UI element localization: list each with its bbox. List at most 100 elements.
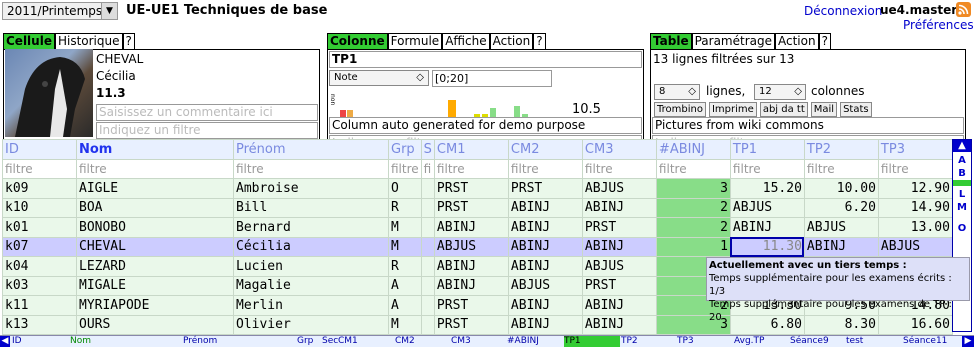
table-cell[interactable]: Magalie	[233, 275, 389, 296]
table-cell[interactable]	[420, 256, 435, 277]
table-cell[interactable]: k11	[2, 295, 77, 316]
column-header[interactable]: Nom	[76, 139, 234, 160]
column-comment-input[interactable]: Column auto generated for demo purpose	[329, 117, 642, 134]
rss-icon[interactable]	[956, 2, 971, 17]
column-nav-item[interactable]: Séance9	[790, 336, 829, 347]
letter-nav-item[interactable]: C	[953, 180, 971, 186]
column-filter-input[interactable]: filtre	[877, 158, 953, 179]
table-row[interactable]: k09 AIGLE Ambroise O PRST PRST ABJUS 3 15.20 10.0…	[2, 178, 953, 199]
table-cell[interactable]	[420, 217, 435, 238]
column-header[interactable]: TP3	[877, 139, 953, 160]
column-filter-input[interactable]: filtre	[388, 158, 422, 179]
table-cell[interactable]: 12.90	[877, 178, 953, 199]
table-cell[interactable]: A	[388, 295, 422, 316]
column-filter-input[interactable]: filtre	[729, 158, 805, 179]
table-cell[interactable]: BONOBO	[76, 217, 234, 238]
table-cell[interactable]: R	[388, 256, 422, 277]
table-cell[interactable]: ABINJ	[507, 256, 583, 277]
column-nav-item[interactable]: Séance11	[903, 336, 947, 347]
column-header[interactable]: Prénom	[233, 139, 389, 160]
table-cell[interactable]: PRST	[581, 275, 657, 296]
table-cell[interactable]: OURS	[76, 314, 234, 335]
range-input[interactable]: [0;20]	[432, 70, 552, 87]
trombino-button[interactable]: Trombino	[654, 102, 706, 117]
table-cell[interactable]	[420, 275, 435, 296]
column-nav-item[interactable]: Grp	[297, 336, 313, 347]
column-nav-item[interactable]: Sec	[322, 336, 338, 347]
table-cell[interactable]: ABJUS	[581, 256, 657, 277]
table-cell[interactable]: ABINJ	[729, 217, 805, 238]
table-cell[interactable]	[420, 295, 435, 316]
table-cell[interactable]: O	[388, 178, 422, 199]
table-cell[interactable]: M	[388, 236, 422, 257]
column-header[interactable]: #ABINJ	[655, 139, 731, 160]
logout-link[interactable]: Déconnexion	[804, 4, 882, 18]
column-header[interactable]: CM3	[581, 139, 657, 160]
table-cell[interactable]: 13.00	[877, 217, 953, 238]
table-cell[interactable]: ABJUS	[433, 236, 509, 257]
table-cell[interactable]: ABINJ	[507, 314, 583, 335]
column-nav-item[interactable]: ID	[12, 336, 22, 347]
table-cell[interactable]: 2	[655, 197, 731, 218]
table-cell[interactable]: ABINJ	[507, 236, 583, 257]
table-cell[interactable]: Cécilia	[233, 236, 389, 257]
table-cell[interactable]: Bernard	[233, 217, 389, 238]
table-cell[interactable]: R	[388, 197, 422, 218]
table-cell[interactable]: Olivier	[233, 314, 389, 335]
table-cell[interactable]: 3	[655, 178, 731, 199]
table-cell[interactable]: Ambroise	[233, 178, 389, 199]
column-header[interactable]: TP2	[803, 139, 879, 160]
table-cell[interactable]: Bill	[233, 197, 389, 218]
cell-filter-input[interactable]: Indiquez un filtre	[96, 122, 318, 139]
column-filter-input[interactable]: filtre	[655, 158, 731, 179]
letter-nav-item[interactable]: O	[953, 222, 971, 235]
table-cell[interactable]: ABINJ	[581, 295, 657, 316]
table-cell[interactable]: k09	[2, 178, 77, 199]
table-cell[interactable]: k01	[2, 217, 77, 238]
column-header[interactable]: CM2	[507, 139, 583, 160]
tab-affiche[interactable]: Affiche	[442, 33, 490, 49]
table-cell[interactable]: ABINJ	[507, 217, 583, 238]
table-cell[interactable]: ABJUS	[581, 178, 657, 199]
tab-historique[interactable]: Historique	[54, 33, 123, 49]
table-cell[interactable]: 10.00	[803, 178, 879, 199]
table-comment-input[interactable]: Pictures from wiki commons	[652, 117, 964, 134]
column-filter-input[interactable]: filtre	[507, 158, 583, 179]
comment-input[interactable]: Saisissez un commentaire ici	[96, 104, 318, 121]
table-cell[interactable]: k04	[2, 256, 77, 277]
column-filter-input[interactable]: filtre	[2, 158, 77, 179]
column-header[interactable]: TP1	[729, 139, 805, 160]
column-nav-item[interactable]: TP1	[564, 336, 620, 347]
table-cell[interactable]: ABJUS	[803, 217, 879, 238]
table-cell[interactable]: LEZARD	[76, 256, 234, 277]
column-nav-item[interactable]: Avg.TP	[734, 336, 764, 347]
letter-nav-item[interactable]: A	[953, 154, 971, 167]
table-cell[interactable]: 1	[655, 236, 731, 257]
cols-select[interactable]: 12 ◇	[754, 84, 806, 100]
table-cell[interactable]: A	[388, 275, 422, 296]
table-cell[interactable]: Lucien	[233, 256, 389, 277]
column-filter-input[interactable]: filtre	[433, 158, 509, 179]
scroll-right-icon[interactable]: ▶	[962, 336, 974, 347]
table-cell[interactable]: ABINJ	[581, 236, 657, 257]
table-cell[interactable]: k10	[2, 197, 77, 218]
table-cell[interactable]: ABINJ	[433, 256, 509, 277]
table-cell[interactable]: ABINJ	[433, 275, 509, 296]
stats-button[interactable]: Stats	[840, 102, 872, 117]
column-header[interactable]: S	[420, 139, 435, 160]
table-cell[interactable]: M	[388, 314, 422, 335]
column-nav-item[interactable]: TP3	[677, 336, 694, 347]
tab-colonne[interactable]: Colonne	[327, 33, 388, 49]
column-nav-item[interactable]: test	[846, 336, 863, 347]
column-nav-item[interactable]: CM1	[338, 336, 358, 347]
column-filter-input[interactable]: filtre	[233, 158, 389, 179]
column-nav-item[interactable]: Nom	[70, 336, 91, 347]
table-cell[interactable]: MIGALE	[76, 275, 234, 296]
column-filter-input[interactable]: filtre	[581, 158, 657, 179]
column-filter-input[interactable]: fi	[420, 158, 435, 179]
tab-help[interactable]: ?	[122, 33, 135, 49]
tab-parametrage[interactable]: Paramétrage	[691, 33, 775, 49]
scroll-left-icon[interactable]: ◀	[0, 336, 10, 347]
table-cell[interactable]: ABJUS	[507, 275, 583, 296]
table-cell[interactable]: PRST	[433, 295, 509, 316]
